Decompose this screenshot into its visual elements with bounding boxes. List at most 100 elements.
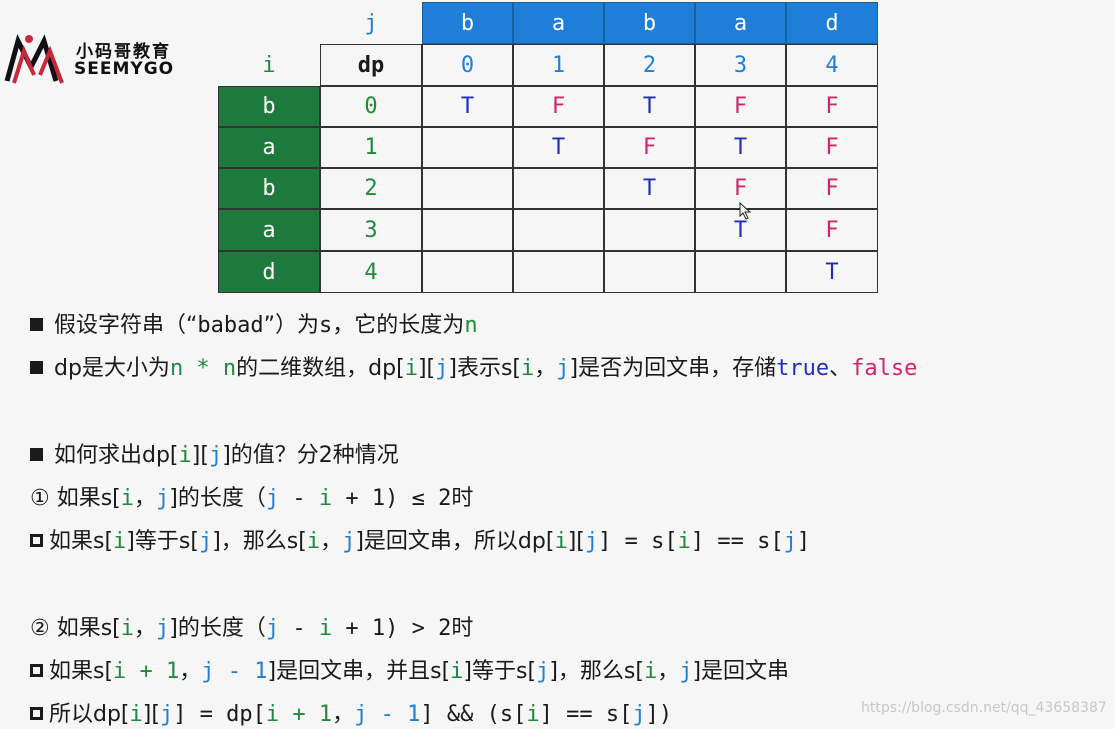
text-segment: ]的值？分2种情况 (222, 443, 399, 468)
dp-cell (513, 168, 604, 209)
row-index-header: 1 (320, 127, 422, 168)
text-segment: ] = dp[ (173, 702, 266, 727)
row-char-header: a (218, 209, 320, 251)
text-segment: + 1) > 2 (332, 616, 452, 641)
text-segment: j (679, 659, 693, 684)
text-segment: ”）为 (263, 313, 320, 338)
text-segment: i (120, 486, 135, 511)
text-segment: ，它的长度为 (332, 313, 465, 338)
text-segment: i (643, 659, 658, 684)
text-segment: j (632, 702, 646, 727)
text-segment: ， (320, 529, 343, 554)
logo-mark-icon (4, 34, 64, 84)
text-segment: i (450, 659, 464, 684)
j-axis-label: j (320, 2, 422, 44)
row-index-header: 0 (320, 86, 422, 127)
row-char-header: b (218, 168, 320, 209)
dp-cell (422, 127, 513, 168)
text-segment: ]) (645, 702, 673, 727)
text-segment: i (526, 702, 540, 727)
text-segment: ]是否为回文串，存储 (569, 356, 777, 381)
hollow-square-bullet-icon (30, 663, 43, 677)
text-segment: ] (796, 529, 811, 554)
text-segment: false (851, 356, 918, 381)
text-segment: j (265, 616, 280, 641)
column-char-header: a (513, 2, 604, 44)
dp-cell: F (786, 168, 878, 209)
text-line: 如何求出dp[i][j]的值？分2种情况 (30, 437, 399, 469)
text-segment: ]表示s[ (448, 356, 521, 381)
text-segment: babad (197, 313, 264, 338)
row-char-header: d (218, 251, 320, 293)
text-segment: n * n (169, 356, 237, 381)
text-segment: s (319, 313, 333, 338)
dp-cell (422, 168, 513, 209)
dp-cell: F (786, 127, 878, 168)
column-char-header: d (786, 2, 878, 44)
text-segment: i (120, 616, 135, 641)
text-segment: j (156, 616, 170, 641)
dp-cell (604, 209, 695, 251)
text-segment: ]的长度（ (169, 616, 266, 641)
text-segment: ][ (191, 443, 209, 468)
dp-cell: F (513, 86, 604, 127)
text-segment: 如果s[ (49, 659, 114, 684)
text-segment: n (464, 313, 478, 338)
text-segment: i + 1 (265, 702, 333, 727)
text-segment: ]，那么s[ (549, 659, 644, 684)
dp-corner-label: dp (320, 44, 422, 86)
dp-cell (695, 251, 786, 293)
row-char-header: b (218, 86, 320, 127)
logo-english-text: SEEMYGO (74, 59, 175, 79)
row-index-header: 3 (320, 209, 422, 251)
text-segment: 假设字符串（“ (54, 313, 198, 338)
text-segment: ① 如果s[ (30, 486, 121, 511)
dp-cell: T (422, 86, 513, 127)
text-segment: ]是回文串，所以dp[ (355, 529, 555, 554)
text-segment: j (159, 702, 174, 727)
text-segment: ] && (s[ (420, 702, 527, 727)
column-char-header: b (604, 2, 695, 44)
text-segment: j (783, 529, 797, 554)
dp-cell: F (695, 86, 786, 127)
text-segment: j (198, 529, 213, 554)
text-segment: ] == s[ (690, 529, 784, 554)
text-segment: j (156, 486, 170, 511)
dp-cell: T (786, 251, 878, 293)
column-index-header: 2 (604, 44, 695, 86)
text-segment: i (554, 529, 568, 554)
text-segment: ][ (417, 356, 436, 381)
text-segment: j (435, 356, 449, 381)
dp-cell: T (695, 127, 786, 168)
text-segment: j (556, 356, 570, 381)
text-segment: ]等于s[ (463, 659, 537, 684)
text-line: dp是大小为n * n的二维数组，dp[i][j]表示s[i，j]是否为回文串，… (30, 350, 917, 382)
text-segment: i (306, 529, 321, 554)
text-line: 如果s[i + 1，j - 1]是回文串，并且s[i]等于s[j]，那么s[i，… (30, 653, 789, 685)
mouse-cursor-icon (739, 202, 752, 220)
text-segment: 、 (829, 356, 852, 381)
text-segment: i (677, 529, 691, 554)
text-segment: ， (657, 659, 680, 684)
column-index-header: 4 (786, 44, 878, 86)
text-segment: 的二维数组，dp[ (236, 356, 405, 381)
text-segment: j (536, 659, 550, 684)
dp-cell: T (604, 168, 695, 209)
text-segment: j (342, 529, 356, 554)
dp-cell (513, 251, 604, 293)
text-segment: j (584, 529, 599, 554)
column-index-header: 1 (513, 44, 604, 86)
text-segment: ， (534, 356, 557, 381)
i-axis-label: i (218, 44, 320, 86)
text-segment: i + 1 (113, 659, 180, 684)
text-segment: ][ (567, 529, 585, 554)
dp-cell: F (604, 127, 695, 168)
text-segment: ][ (142, 702, 160, 727)
text-line: 如果s[i]等于s[j]，那么s[i，j]是回文串，所以dp[i][j] = s… (30, 523, 810, 555)
seemygo-logo: 小码哥教育 SEEMYGO (4, 31, 189, 91)
text-segment: 所以dp[ (49, 702, 130, 727)
column-index-header: 0 (422, 44, 513, 86)
text-segment: i (521, 356, 535, 381)
text-segment: true (776, 356, 830, 381)
text-segment: 如果s[ (49, 529, 114, 554)
